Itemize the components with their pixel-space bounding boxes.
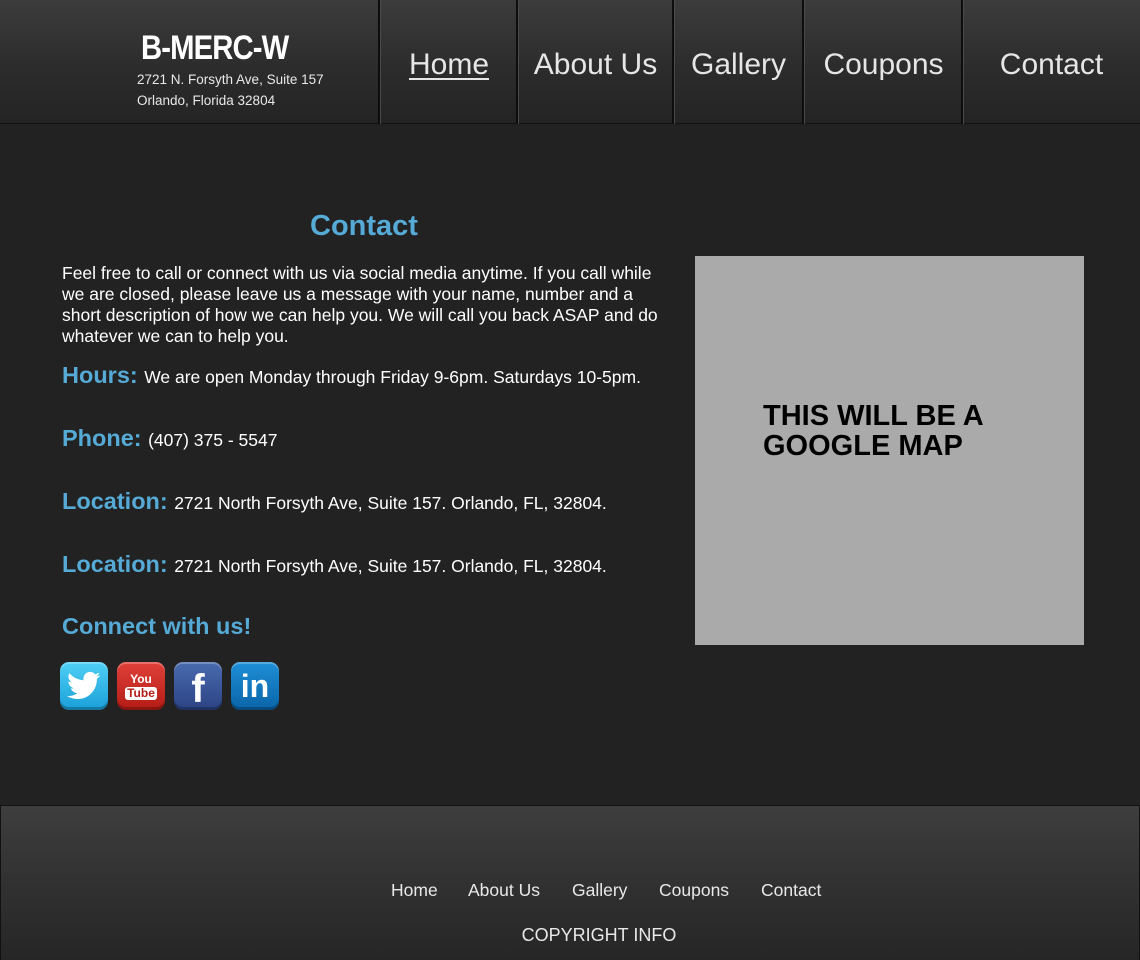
phone-row: Phone: (407) 375 - 5547 [62,425,278,452]
brand-address-line1: 2721 N. Forsyth Ave, Suite 157 [137,72,324,87]
facebook-icon[interactable]: f [174,662,222,710]
facebook-glyph: f [191,667,205,710]
nav-contact[interactable]: Contact [961,0,1140,124]
map-placeholder: THIS WILL BE A GOOGLE MAP [695,256,1084,645]
location-row: Location: 2721 North Forsyth Ave, Suite … [62,551,607,578]
page-title: Contact [310,210,418,242]
hours-label: Hours: [62,362,138,388]
nav-contact-label: Contact [999,47,1104,81]
nav-gallery[interactable]: Gallery [672,0,803,124]
intro-paragraph: Feel free to call or connect with us via… [62,263,658,346]
linkedin-glyph: in [240,668,270,704]
youtube-icon[interactable]: You Tube [117,662,165,710]
youtube-logo: You Tube [125,671,157,700]
twitter-icon[interactable] [60,662,108,710]
footer-nav-gallery[interactable]: Gallery [572,880,627,901]
brand-address-line2: Orlando, Florida 32804 [137,93,276,108]
location-label: Location: [62,488,168,514]
location-text: 2721 North Forsyth Ave, Suite 157. Orlan… [174,556,607,576]
nav-about-us[interactable]: About Us [516,0,673,124]
footer-nav-home[interactable]: Home [391,880,438,901]
nav-home[interactable]: Home [378,0,518,124]
copyright: COPYRIGHT INFO [521,925,677,945]
footer-nav-coupons[interactable]: Coupons [659,880,729,901]
location-label: Location: [62,551,168,577]
site-header: B-MERC-W 2721 N. Forsyth Ave, Suite 157 … [0,0,1140,124]
hours-text: We are open Monday through Friday 9-6pm.… [144,367,641,387]
location-text: 2721 North Forsyth Ave, Suite 157. Orlan… [174,493,607,513]
twitter-bird-icon [67,671,101,700]
nav-about-us-label: About Us [533,47,658,81]
phone-label: Phone: [62,425,142,451]
nav-gallery-label: Gallery [690,47,787,81]
nav-coupons-label: Coupons [823,47,944,81]
brand-logo[interactable]: B-MERC-W [141,28,289,68]
site-footer: Home About Us Gallery Coupons Contact CO… [0,805,1140,960]
hours-row: Hours: We are open Monday through Friday… [62,362,641,389]
footer-nav-contact[interactable]: Contact [761,880,821,901]
nav-home-label: Home [408,47,490,81]
footer-nav-about-us[interactable]: About Us [468,880,540,901]
linkedin-icon[interactable]: in [231,662,279,710]
phone-number[interactable]: (407) 375 - 5547 [148,430,277,450]
nav-coupons[interactable]: Coupons [802,0,963,124]
connect-heading: Connect with us! [62,613,252,639]
map-placeholder-text: THIS WILL BE A GOOGLE MAP [763,400,983,462]
location-row: Location: 2721 North Forsyth Ave, Suite … [62,488,607,515]
